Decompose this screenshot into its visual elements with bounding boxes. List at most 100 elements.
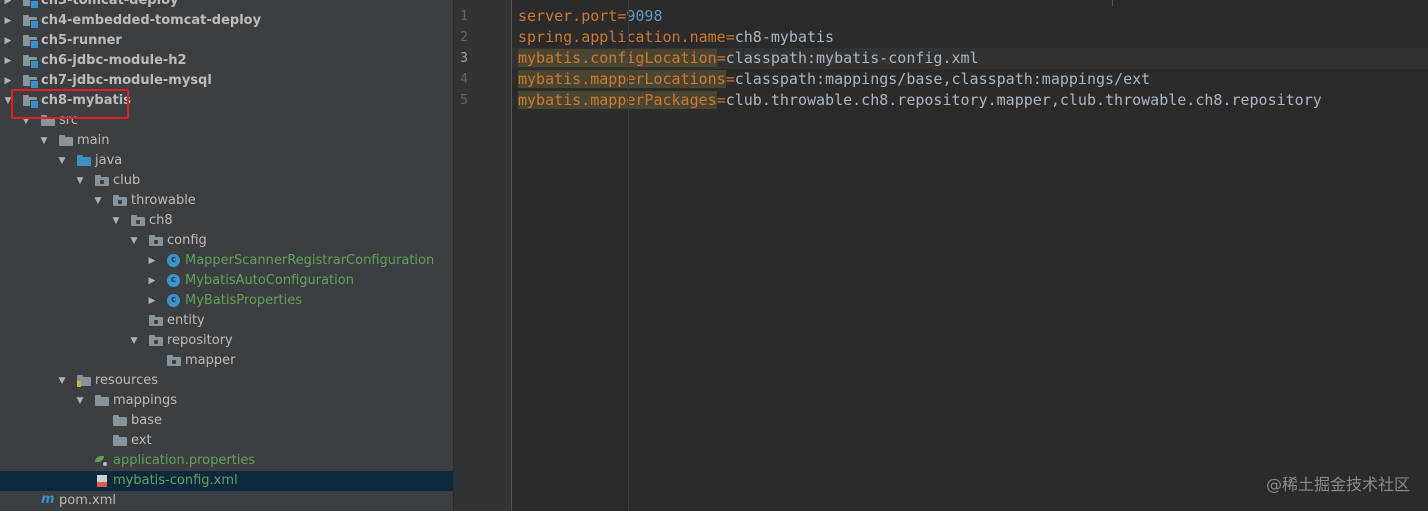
module-icon	[23, 55, 39, 69]
tree-row-mybatisautoconfiguration[interactable]: ▶ c MybatisAutoConfiguration	[0, 271, 453, 291]
chevron-right-icon[interactable]: ▶	[2, 0, 14, 11]
package-dot	[154, 240, 158, 244]
tree-row-main[interactable]: ▼ main	[0, 131, 453, 151]
tree-row-entity[interactable]: entity	[0, 311, 453, 331]
folder-shape	[95, 395, 109, 406]
chevron-down-icon[interactable]: ▼	[56, 151, 68, 171]
tree-row-pom-xml[interactable]: m pom.xml	[0, 491, 453, 511]
tree-item-label: ch6-jdbc-module-h2	[41, 53, 187, 68]
package-icon	[149, 335, 163, 347]
tree-row-application-properties[interactable]: application.properties	[0, 451, 453, 471]
chevron-right-icon[interactable]: ▶	[2, 11, 14, 31]
package-icon	[95, 175, 109, 187]
package-dot	[136, 220, 140, 224]
project-tree-panel: ▶ ch3-tomcat-deploy ▶ ch4-embedded-tomcat-d…	[0, 0, 453, 511]
line-number: 2	[460, 30, 468, 45]
tree-item-label: ch3-tomcat-deploy	[41, 0, 179, 8]
tree-row-ch3-tomcat-deploy[interactable]: ▶ ch3-tomcat-deploy	[0, 0, 453, 11]
tree-item-label: config	[167, 233, 207, 248]
code-editor[interactable]: server.port=9098 spring.application.name=…	[512, 0, 1428, 511]
tree-item-label: entity	[167, 313, 205, 328]
source-folder-icon	[77, 155, 91, 167]
tree-row-resources[interactable]: ▼ resources	[0, 371, 453, 391]
chevron-right-icon[interactable]: ▶	[146, 251, 158, 271]
class-c-glyph: c	[167, 254, 180, 267]
xml-glyph	[97, 475, 107, 487]
resources-marker	[77, 381, 81, 387]
chevron-right-icon[interactable]: ▶	[146, 271, 158, 291]
property-key: mybatis.configLocation	[518, 49, 717, 67]
xml-file-icon	[95, 475, 109, 487]
tree-item-label: ch5-runner	[41, 33, 122, 48]
chevron-down-icon[interactable]: ▼	[38, 131, 50, 151]
tree-row-mapperscannerregistrarconfiguration[interactable]: ▶ c MapperScannerRegistrarConfiguration	[0, 251, 453, 271]
package-dot	[172, 360, 176, 364]
tree-item-label: java	[95, 153, 123, 168]
tree-row-config[interactable]: ▼ config	[0, 231, 453, 251]
tree-row-ch6-jdbc-module-h2[interactable]: ▶ ch6-jdbc-module-h2	[0, 51, 453, 71]
property-value: 9098	[626, 7, 663, 25]
module-marker	[30, 60, 39, 69]
chevron-down-icon[interactable]: ▼	[56, 371, 68, 391]
code-line[interactable]: mybatis.configLocation=classpath:mybatis…	[512, 48, 1428, 69]
chevron-down-icon[interactable]: ▼	[128, 231, 140, 251]
property-separator: =	[716, 91, 726, 109]
tree-item-label: mappings	[113, 393, 178, 408]
code-line[interactable]: spring.application.name=ch8-mybatis	[518, 27, 834, 48]
chevron-right-icon[interactable]: ▶	[146, 291, 158, 311]
class-icon: c	[167, 274, 181, 287]
chevron-down-icon[interactable]: ▼	[128, 331, 140, 351]
module-marker	[30, 0, 39, 9]
maven-glyph: m	[41, 492, 55, 507]
tree-row-mapper[interactable]: mapper	[0, 351, 453, 371]
chevron-down-icon[interactable]: ▼	[110, 211, 122, 231]
tree-row-base[interactable]: base	[0, 411, 453, 431]
folder-icon	[113, 435, 127, 447]
code-line[interactable]: mybatis.mapperPackages=club.throwable.ch…	[518, 90, 1322, 111]
chevron-right-icon[interactable]: ▶	[2, 71, 14, 91]
chevron-down-icon[interactable]: ▼	[74, 391, 86, 411]
property-key: mybatis.mapperPackages	[518, 91, 717, 109]
package-dot	[154, 340, 158, 344]
tree-item-label: club	[113, 173, 141, 188]
watermark-text: @稀土掘金技术社区	[1265, 475, 1410, 494]
maven-file-icon: m	[41, 492, 55, 507]
chevron-right-icon[interactable]: ▶	[2, 31, 14, 51]
tree-row-club[interactable]: ▼ club	[0, 171, 453, 191]
tree-row-ch8[interactable]: ▼ ch8	[0, 211, 453, 231]
chevron-down-icon[interactable]: ▼	[92, 191, 104, 211]
folder-shape	[95, 175, 109, 186]
tree-row-repository[interactable]: ▼ repository	[0, 331, 453, 351]
indent-guide	[628, 0, 629, 511]
package-icon	[149, 235, 163, 247]
tree-item-label: repository	[167, 333, 233, 348]
module-icon	[23, 0, 39, 9]
package-icon	[149, 315, 163, 327]
properties-glyph	[95, 456, 109, 468]
property-value: club.throwable.ch8.repository.mapper,clu…	[725, 91, 1322, 109]
tree-row-mappings[interactable]: ▼ mappings	[0, 391, 453, 411]
tree-item-label: MyBatisProperties	[185, 293, 302, 308]
property-separator: =	[716, 49, 726, 67]
folder-icon	[113, 415, 127, 427]
chevron-down-icon[interactable]: ▼	[74, 171, 86, 191]
tree-row-ch7-jdbc-module-mysql[interactable]: ▶ ch7-jdbc-module-mysql	[0, 71, 453, 91]
tree-item-label: application.properties	[113, 453, 256, 468]
chevron-right-icon[interactable]: ▶	[2, 51, 14, 71]
folder-shape	[149, 235, 163, 246]
tree-row-mybatisproperties[interactable]: ▶ c MyBatisProperties	[0, 291, 453, 311]
tree-row-java[interactable]: ▼ java	[0, 151, 453, 171]
tree-item-label: ch7-jdbc-module-mysql	[41, 73, 212, 88]
tree-row-ch5-runner[interactable]: ▶ ch5-runner	[0, 31, 453, 51]
tree-row-ext[interactable]: ext	[0, 431, 453, 451]
class-icon: c	[167, 294, 181, 307]
tree-item-label: resources	[95, 373, 159, 388]
tree-row-throwable[interactable]: ▼ throwable	[0, 191, 453, 211]
tree-row-mybatis-config-xml[interactable]: mybatis-config.xml	[0, 471, 453, 491]
properties-file-icon	[95, 455, 109, 468]
tree-row-ch4-embedded-tomcat-deploy[interactable]: ▶ ch4-embedded-tomcat-deploy	[0, 11, 453, 31]
code-line[interactable]: server.port=9098	[518, 6, 663, 27]
code-line[interactable]: mybatis.mapperLocations=classpath:mappin…	[518, 69, 1150, 90]
tree-item-label: base	[131, 413, 162, 428]
tree-item-label: pom.xml	[59, 493, 116, 508]
